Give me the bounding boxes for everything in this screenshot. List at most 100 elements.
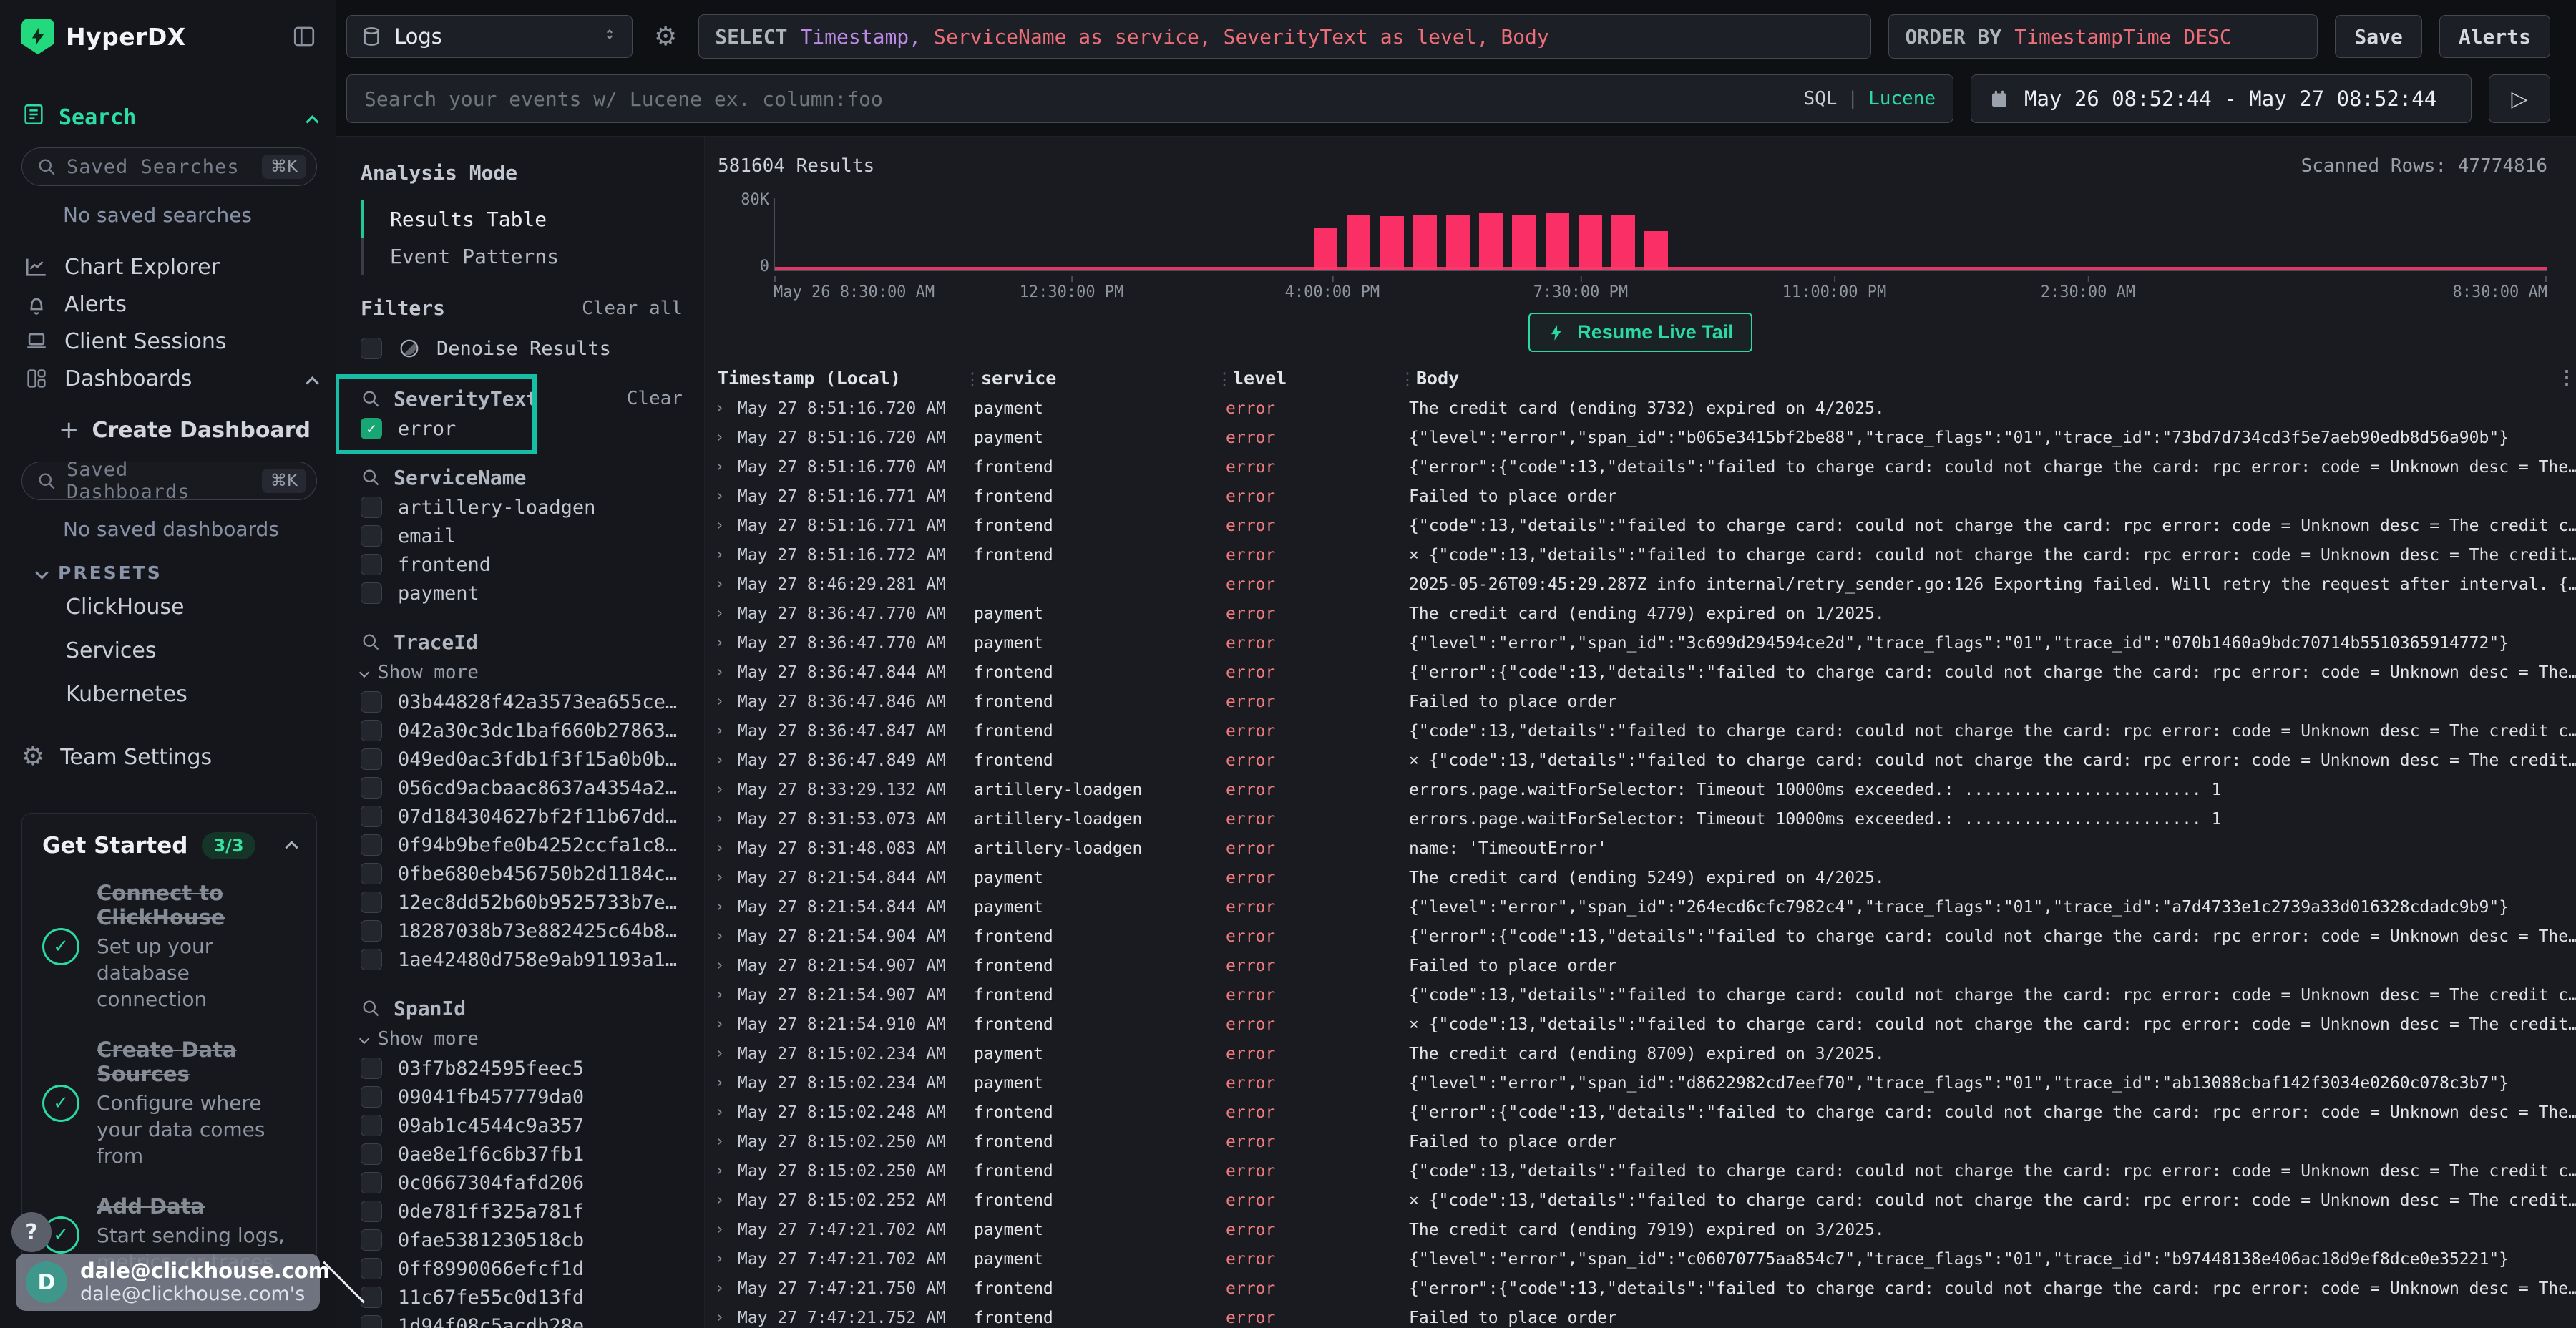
column-body[interactable]: ⋮Body (1412, 368, 2547, 389)
row-expand-chevron-icon[interactable]: › (705, 1309, 738, 1327)
row-expand-chevron-icon[interactable]: › (705, 957, 738, 975)
checkbox[interactable] (361, 834, 382, 856)
histogram-bar[interactable] (1413, 215, 1437, 270)
table-row[interactable]: › May 27 8:36:47.770 AM payment error {"… (705, 628, 2576, 658)
row-expand-chevron-icon[interactable]: › (705, 1045, 738, 1063)
get-started-header[interactable]: Get Started 3/3 (42, 832, 296, 859)
histogram-bar[interactable] (1446, 215, 1470, 270)
collapse-sidebar-icon[interactable] (291, 24, 317, 49)
filter-option-error[interactable]: ✓ error (361, 414, 683, 443)
table-options-icon[interactable]: ⋮ (2547, 367, 2576, 389)
row-expand-chevron-icon[interactable]: › (705, 810, 738, 828)
row-expand-chevron-icon[interactable]: › (705, 751, 738, 769)
checkbox[interactable] (361, 892, 382, 913)
user-menu[interactable]: D dale@clickhouse.com dale@clickhouse.co… (16, 1254, 320, 1311)
histogram-bar[interactable] (1314, 228, 1337, 270)
table-row[interactable]: › May 27 8:36:47.846 AM frontend error F… (705, 687, 2576, 716)
get-started-item[interactable]: ✓ Connect to ClickHouse Set up your data… (42, 881, 296, 1013)
saved-searches-input[interactable]: Saved Searches ⌘K (21, 147, 317, 186)
table-row[interactable]: › May 27 8:33:29.132 AM artillery-loadge… (705, 775, 2576, 804)
row-expand-chevron-icon[interactable]: › (705, 781, 738, 799)
column-level[interactable]: ⋮level (1229, 368, 1412, 389)
table-row[interactable]: › May 27 8:51:16.720 AM payment error {"… (705, 423, 2576, 452)
checkbox[interactable] (361, 497, 382, 518)
checkbox[interactable] (361, 1115, 382, 1136)
histogram-bar[interactable] (1380, 216, 1403, 270)
row-expand-chevron-icon[interactable]: › (705, 1015, 738, 1033)
table-row[interactable]: › May 27 8:36:47.847 AM frontend error {… (705, 716, 2576, 746)
row-expand-chevron-icon[interactable]: › (705, 986, 738, 1004)
lucene-toggle[interactable]: Lucene (1868, 88, 1936, 109)
filter-option[interactable]: 0ff8990066efcf1d (361, 1254, 683, 1283)
filter-option[interactable]: payment (361, 579, 683, 607)
checkbox[interactable] (361, 920, 382, 942)
source-settings-gear-icon[interactable]: ⚙ (654, 22, 677, 52)
table-row[interactable]: › May 27 7:47:21.702 AM payment error {"… (705, 1244, 2576, 1274)
row-expand-chevron-icon[interactable]: › (705, 399, 738, 417)
row-expand-chevron-icon[interactable]: › (705, 429, 738, 446)
checkbox[interactable] (361, 1058, 382, 1079)
row-expand-chevron-icon[interactable]: › (705, 1133, 738, 1151)
histogram-bar[interactable] (1512, 215, 1536, 270)
row-expand-chevron-icon[interactable]: › (705, 1074, 738, 1092)
row-expand-chevron-icon[interactable]: › (705, 575, 738, 593)
sidebar-item-team-settings[interactable]: ⚙ Team Settings (21, 738, 317, 776)
table-row[interactable]: › May 27 8:21:54.907 AM frontend error {… (705, 980, 2576, 1010)
filter-option[interactable]: 0f94b9befe0b4252ccfa1c8… (361, 831, 683, 859)
checkbox[interactable] (361, 748, 382, 770)
row-expand-chevron-icon[interactable]: › (705, 722, 738, 740)
row-expand-chevron-icon[interactable]: › (705, 663, 738, 681)
checkbox[interactable] (361, 1286, 382, 1308)
filter-option[interactable]: 056cd9acbaac8637a4354a2… (361, 773, 683, 802)
filter-option[interactable]: email (361, 522, 683, 550)
get-started-item[interactable]: ✓ Create Data Sources Configure where yo… (42, 1038, 296, 1170)
checkbox-checked[interactable]: ✓ (361, 418, 382, 439)
checkbox[interactable] (361, 863, 382, 884)
checkbox[interactable] (361, 949, 382, 970)
table-row[interactable]: › May 27 8:51:16.770 AM frontend error {… (705, 452, 2576, 482)
row-expand-chevron-icon[interactable]: › (705, 605, 738, 622)
chevron-up-icon[interactable] (287, 839, 296, 853)
sql-toggle[interactable]: SQL (1803, 88, 1837, 109)
histogram-bar[interactable] (1611, 215, 1635, 270)
sidebar-item-chart-explorer[interactable]: Chart Explorer (21, 248, 317, 285)
trace-show-more[interactable]: Show more (361, 658, 683, 688)
table-row[interactable]: › May 27 8:36:47.770 AM payment error Th… (705, 599, 2576, 628)
row-expand-chevron-icon[interactable]: › (705, 546, 738, 564)
filter-option[interactable]: 0c0667304fafd206 (361, 1168, 683, 1197)
column-drag-handle-icon[interactable]: ⋮ (1216, 369, 1233, 389)
order-by-input[interactable]: ORDER BY TimestampTime DESC (1888, 14, 2318, 59)
chevron-up-icon[interactable] (308, 105, 317, 130)
histogram-bar[interactable] (1546, 213, 1569, 270)
table-row[interactable]: › May 27 8:21:54.844 AM payment error Th… (705, 863, 2576, 892)
checkbox[interactable] (361, 525, 382, 547)
table-row[interactable]: › May 27 8:15:02.248 AM frontend error {… (705, 1098, 2576, 1127)
row-expand-chevron-icon[interactable]: › (705, 839, 738, 857)
checkbox[interactable] (361, 1172, 382, 1193)
filter-option[interactable]: artillery-loadgen (361, 493, 683, 522)
table-row[interactable]: › May 27 8:21:54.904 AM frontend error {… (705, 922, 2576, 951)
table-row[interactable]: › May 27 8:51:16.772 AM frontend error ×… (705, 540, 2576, 570)
filter-option[interactable]: 07d184304627bf2f11b67dd… (361, 802, 683, 831)
table-row[interactable]: › May 27 8:15:02.250 AM frontend error F… (705, 1127, 2576, 1156)
checkbox[interactable] (361, 1201, 382, 1222)
filter-option[interactable]: 03f7b824595feec5 (361, 1054, 683, 1083)
events-histogram[interactable]: 80K 0 (718, 187, 2547, 301)
preset-link[interactable]: ClickHouse (66, 595, 317, 620)
checkbox[interactable] (361, 1258, 382, 1279)
column-timestamp[interactable]: Timestamp (Local) (708, 368, 977, 389)
mode-event-patterns[interactable]: Event Patterns (361, 238, 683, 275)
filter-option[interactable]: 18287038b73e882425c64b8… (361, 917, 683, 945)
table-row[interactable]: › May 27 8:15:02.234 AM payment error Th… (705, 1039, 2576, 1068)
checkbox[interactable] (361, 720, 382, 741)
filter-option[interactable]: 042a30c3dc1baf660b27863… (361, 716, 683, 745)
table-row[interactable]: › May 27 7:47:21.752 AM frontend error F… (705, 1303, 2576, 1328)
help-button[interactable]: ? (11, 1212, 52, 1252)
filter-option[interactable]: 09041fb457779da0 (361, 1083, 683, 1111)
filter-option[interactable]: 03b44828f42a3573ea655ce… (361, 688, 683, 716)
severity-clear-link[interactable]: Clear (627, 388, 683, 409)
clear-all-link[interactable]: Clear all (582, 298, 683, 319)
preset-link[interactable]: Kubernetes (66, 682, 317, 707)
table-row[interactable]: › May 27 8:36:47.849 AM frontend error ×… (705, 746, 2576, 775)
saved-dashboards-input[interactable]: Saved Dashboards ⌘K (21, 462, 317, 500)
